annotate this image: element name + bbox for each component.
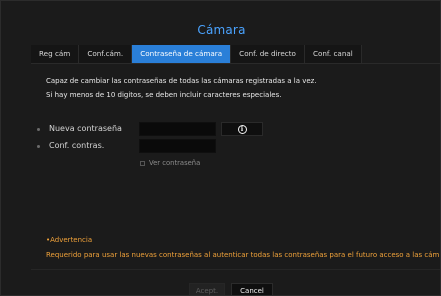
tab-divider <box>31 63 440 64</box>
bullet-icon <box>37 128 40 131</box>
cancel-button[interactable]: Cancel <box>231 283 273 295</box>
camera-dialog: Cámara Reg cám Conf.cám. Contraseña de c… <box>0 0 441 296</box>
new-password-label: Nueva contraseña <box>49 124 122 133</box>
description-line-1: Capaz de cambiar las contraseñas de toda… <box>46 77 317 85</box>
confirm-password-row: Conf. contras. <box>37 139 437 153</box>
tab-reg-cam[interactable]: Reg cám <box>31 45 80 63</box>
tab-bar: Reg cám Conf.cám. Contraseña de cámara C… <box>31 45 362 63</box>
description: Capaz de cambiar las contraseñas de toda… <box>46 74 436 102</box>
warning-title: •Advertencia <box>46 236 93 244</box>
tab-conf-cam[interactable]: Conf.cám. <box>79 45 133 63</box>
confirm-password-label: Conf. contras. <box>49 141 105 150</box>
dialog-title: Cámara <box>197 23 246 37</box>
accept-button[interactable]: Acept. <box>189 283 225 295</box>
warning-text: Requerido para usar las nuevas contraseñ… <box>46 251 440 259</box>
footer-divider <box>31 269 440 270</box>
info-icon: i <box>237 124 247 134</box>
show-password-label: Ver contraseña <box>149 159 201 167</box>
bullet-icon <box>37 145 40 148</box>
password-info-button[interactable]: i <box>221 122 263 136</box>
tab-camera-password[interactable]: Contraseña de cámara <box>132 45 232 63</box>
tab-live-config[interactable]: Conf. de directo <box>231 45 305 63</box>
new-password-row: Nueva contraseña i <box>37 122 437 136</box>
show-password-toggle[interactable]: Ver contraseña <box>140 158 200 168</box>
description-line-2: Si hay menos de 10 digitos, se deben inc… <box>46 91 282 99</box>
confirm-password-input[interactable] <box>139 139 216 153</box>
new-password-input[interactable] <box>139 122 216 136</box>
tab-channel-config[interactable]: Conf. canal <box>304 45 362 63</box>
show-password-checkbox[interactable] <box>140 160 145 166</box>
